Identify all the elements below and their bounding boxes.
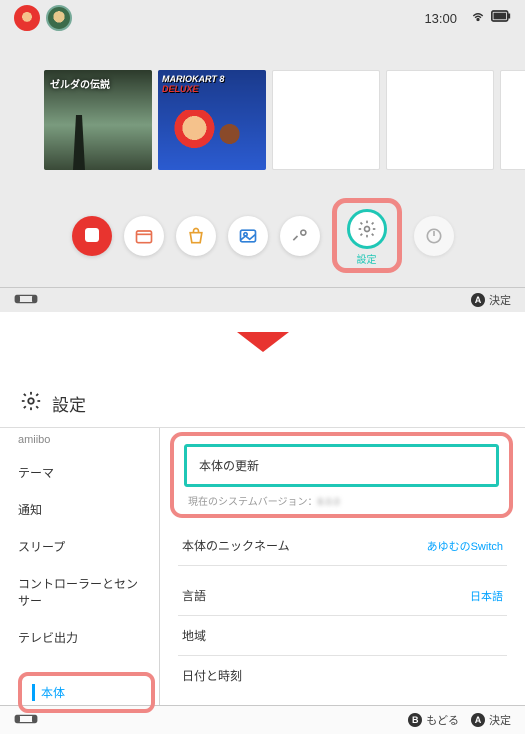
- game-tile-mariokart[interactable]: MARIOKART 8DELUXE: [158, 70, 266, 170]
- online-button[interactable]: [72, 216, 112, 256]
- eshop-button[interactable]: [176, 216, 216, 256]
- datetime-row[interactable]: 日付と時刻: [160, 656, 525, 695]
- row-label: 本体のニックネーム: [182, 537, 290, 554]
- row-label: 日付と時刻: [182, 667, 242, 684]
- settings-body: amiibo テーマ 通知 スリープ コントローラーとセンサー テレビ出力 本体…: [0, 428, 525, 705]
- confirm-guide: A 決定: [471, 292, 511, 308]
- sidebar-item-notify[interactable]: 通知: [0, 491, 159, 528]
- settings-header: 設定: [0, 380, 525, 428]
- footer-bar: A 決定: [0, 287, 525, 312]
- b-button-icon: B: [408, 713, 422, 727]
- game-tile-empty[interactable]: [500, 70, 525, 170]
- row-label: 言語: [182, 587, 206, 604]
- controller-icon: [14, 293, 38, 308]
- a-button-icon: A: [471, 713, 485, 727]
- sidebar-item-amiibo[interactable]: amiibo: [0, 430, 159, 454]
- battery-icon: [491, 9, 511, 27]
- user-avatar-mario[interactable]: [14, 5, 40, 31]
- sidebar-item-system[interactable]: 本体: [32, 684, 141, 701]
- sidebar-item-controllers[interactable]: コントローラーとセンサー: [0, 565, 159, 619]
- system-update-row[interactable]: 本体の更新: [184, 444, 499, 487]
- power-button[interactable]: [414, 216, 454, 256]
- controllers-button[interactable]: [280, 216, 320, 256]
- update-label: 本体の更新: [199, 457, 484, 474]
- wifi-icon: [471, 9, 485, 28]
- game-tiles: ゼルダの伝説 MARIOKART 8DELUXE: [0, 36, 525, 180]
- settings-button[interactable]: [347, 209, 387, 249]
- user-avatar-link[interactable]: [46, 5, 72, 31]
- sidebar-item-sleep[interactable]: スリープ: [0, 528, 159, 565]
- gear-icon: [20, 390, 42, 417]
- sidebar-item-theme[interactable]: テーマ: [0, 454, 159, 491]
- down-arrow-icon: [237, 332, 289, 352]
- row-label: 地域: [182, 627, 206, 644]
- nickname-row[interactable]: 本体のニックネーム あゆむのSwitch: [160, 526, 525, 565]
- region-row[interactable]: 地域: [160, 616, 525, 655]
- settings-content: 本体の更新 現在のシステムバージョン：8.0.0 本体のニックネーム あゆむのS…: [160, 428, 525, 705]
- game-tile-empty[interactable]: [386, 70, 494, 170]
- arrow-divider: [0, 312, 525, 380]
- settings-label: 設定: [357, 251, 377, 266]
- home-screen: 13:00 ゼルダの伝説 MARIOKART 8DELUXE: [0, 0, 525, 312]
- confirm-guide: A 決定: [471, 712, 511, 728]
- controller-icon: [14, 713, 38, 728]
- row-value: 日本語: [470, 588, 503, 604]
- row-value: あゆむのSwitch: [427, 538, 503, 554]
- language-row[interactable]: 言語 日本語: [160, 576, 525, 615]
- back-guide: B もどる: [408, 712, 459, 728]
- settings-sidebar: amiibo テーマ 通知 スリープ コントローラーとセンサー テレビ出力 本体: [0, 428, 160, 705]
- version-text: 現在のシステムバージョン：8.0.0: [184, 493, 499, 508]
- game-tile-zelda[interactable]: ゼルダの伝説: [44, 70, 152, 170]
- game-title: ゼルダの伝説: [50, 76, 110, 91]
- news-button[interactable]: [124, 216, 164, 256]
- clock: 13:00: [424, 11, 457, 26]
- dock: 設定: [0, 180, 525, 287]
- a-button-icon: A: [471, 293, 485, 307]
- status-bar: 13:00: [0, 0, 525, 36]
- settings-highlight: 設定: [332, 198, 402, 273]
- game-tile-empty[interactable]: [272, 70, 380, 170]
- update-highlight: 本体の更新 現在のシステムバージョン：8.0.0: [170, 432, 513, 518]
- system-highlight: 本体: [18, 672, 155, 713]
- game-title: MARIOKART 8DELUXE: [162, 74, 224, 94]
- page-title: 設定: [52, 391, 86, 416]
- album-button[interactable]: [228, 216, 268, 256]
- settings-screen: 設定 amiibo テーマ 通知 スリープ コントローラーとセンサー テレビ出力…: [0, 380, 525, 734]
